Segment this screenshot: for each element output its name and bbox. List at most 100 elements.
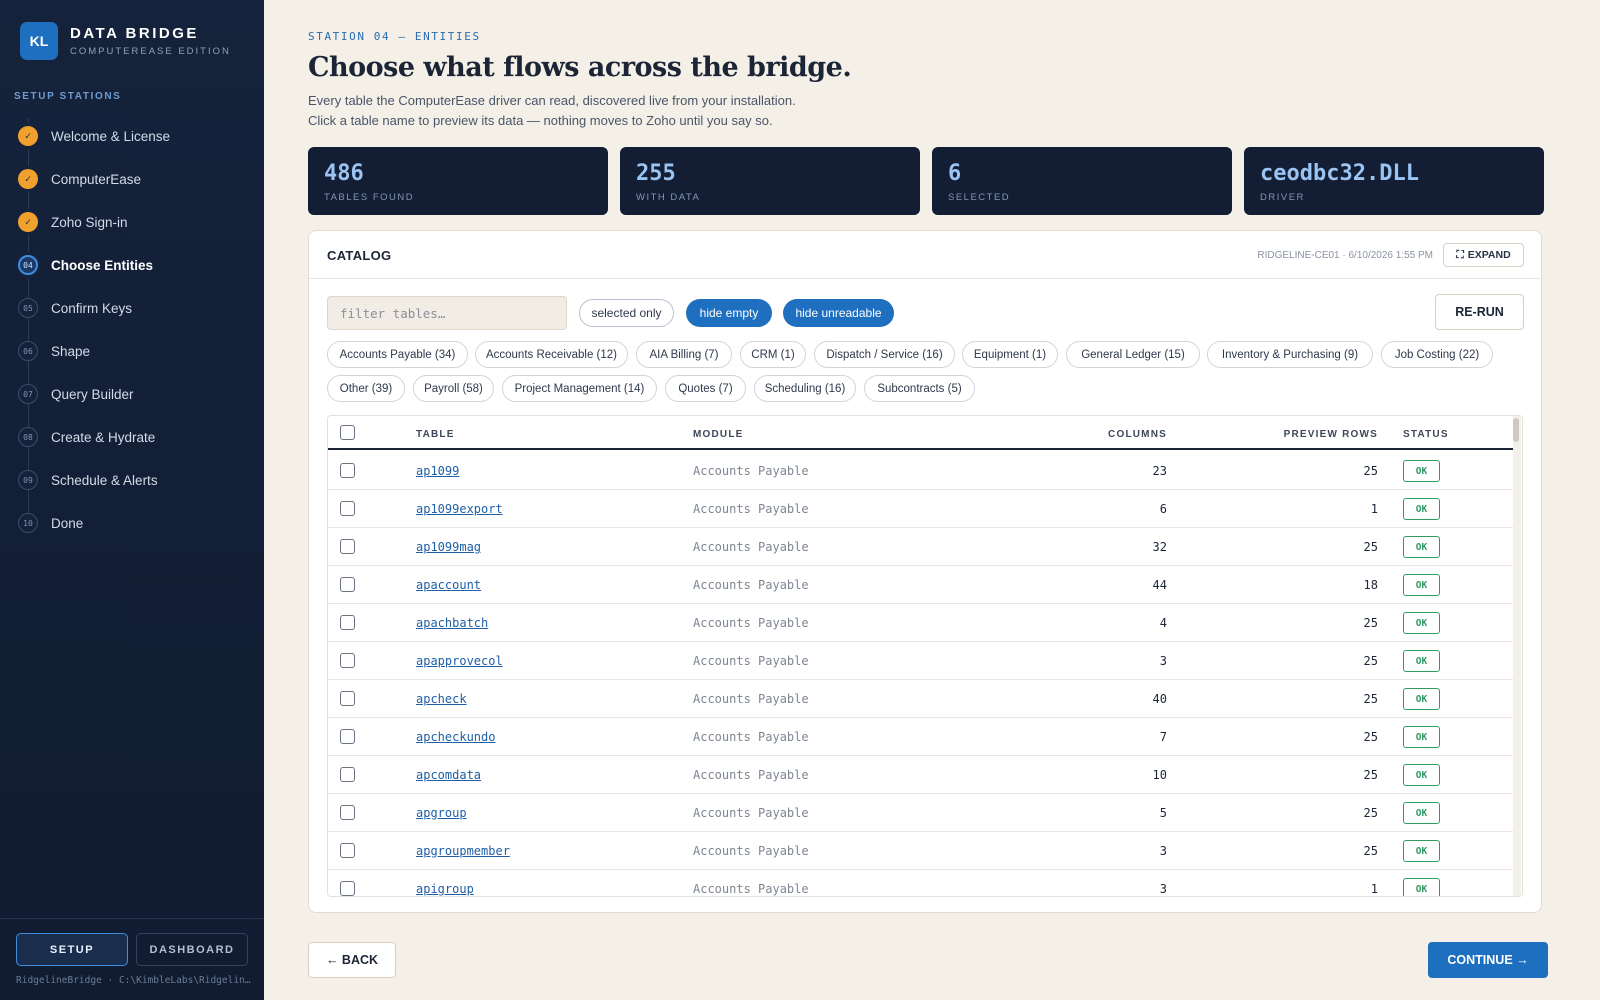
category-chip[interactable]: Job Costing (22) [1381, 341, 1493, 368]
column-header-columns[interactable]: COLUMNS [1108, 429, 1167, 440]
section-label: SETUP STATIONS [14, 91, 122, 102]
setup-mode-button[interactable]: SETUP [16, 933, 128, 966]
table-name-link[interactable]: apigroup [416, 882, 474, 896]
category-chip[interactable]: Subcontracts (5) [864, 375, 975, 402]
step-done[interactable]: 10 Done [18, 511, 83, 535]
row-checkbox[interactable] [340, 463, 355, 478]
category-chip[interactable]: AIA Billing (7) [636, 341, 732, 368]
column-header-module[interactable]: MODULE [693, 429, 744, 440]
continue-button[interactable]: CONTINUE → [1428, 942, 1548, 978]
table-row[interactable]: apgroupmember Accounts Payable 3 25 OK [328, 832, 1514, 870]
table-row[interactable]: ap1099export Accounts Payable 6 1 OK [328, 490, 1514, 528]
step-welcome-license[interactable]: ✓ Welcome & License [18, 124, 170, 148]
step-label: Create & Hydrate [51, 429, 156, 445]
step-number: 06 [18, 341, 38, 361]
subtitle-line: Every table the ComputerEase driver can … [308, 93, 796, 108]
table-row[interactable]: apachbatch Accounts Payable 4 25 OK [328, 604, 1514, 642]
table-row[interactable]: ap1099mag Accounts Payable 32 25 OK [328, 528, 1514, 566]
sidebar: KL DATA BRIDGE COMPUTEREASE EDITION SETU… [0, 0, 264, 1000]
catalog-header: CATALOG RIDGELINE-CE01 · 6/10/2026 1:55 … [309, 231, 1541, 279]
row-checkbox[interactable] [340, 539, 355, 554]
row-checkbox[interactable] [340, 767, 355, 782]
back-button[interactable]: ← BACK [308, 942, 396, 978]
row-checkbox[interactable] [340, 691, 355, 706]
row-checkbox[interactable] [340, 501, 355, 516]
row-checkbox[interactable] [340, 881, 355, 896]
table-row[interactable]: apgroup Accounts Payable 5 25 OK [328, 794, 1514, 832]
column-header-table[interactable]: TABLE [416, 429, 455, 440]
table-name-link[interactable]: ap1099 [416, 464, 459, 478]
hide-unreadable-toggle[interactable]: hide unreadable [783, 299, 894, 327]
step-label: Zoho Sign-in [51, 214, 128, 230]
rerun-button[interactable]: RE-RUN [1435, 294, 1524, 330]
row-checkbox[interactable] [340, 615, 355, 630]
table-column-count: 40 [1152, 692, 1167, 706]
table-name-link[interactable]: ap1099mag [416, 540, 481, 554]
table-row[interactable]: apcomdata Accounts Payable 10 25 OK [328, 756, 1514, 794]
category-chip[interactable]: Quotes (7) [665, 375, 746, 402]
table-row[interactable]: apaccount Accounts Payable 44 18 OK [328, 566, 1514, 604]
table-row[interactable]: apigroup Accounts Payable 3 1 OK [328, 870, 1514, 896]
row-checkbox[interactable] [340, 577, 355, 592]
table-name-link[interactable]: apcomdata [416, 768, 481, 782]
scrollbar-thumb[interactable] [1513, 418, 1519, 442]
step-label: ComputerEase [51, 171, 142, 187]
selected-only-toggle[interactable]: selected only [579, 299, 674, 327]
dashboard-mode-button[interactable]: DASHBOARD [136, 933, 248, 966]
step-shape[interactable]: 06 Shape [18, 339, 90, 363]
expand-button[interactable]: ⛶ EXPAND [1443, 243, 1524, 267]
table-name-link[interactable]: apaccount [416, 578, 481, 592]
table-name-link[interactable]: apcheckundo [416, 730, 495, 744]
table-column-count: 5 [1159, 806, 1167, 820]
status-badge: OK [1403, 688, 1440, 710]
category-chip[interactable]: Payroll (58) [413, 375, 494, 402]
table-row[interactable]: apapprovecol Accounts Payable 3 25 OK [328, 642, 1514, 680]
table-preview-rows: 25 [1363, 616, 1378, 630]
filter-tables-input[interactable] [327, 296, 567, 330]
category-chip[interactable]: Other (39) [327, 375, 405, 402]
category-chip[interactable]: Accounts Receivable (12) [475, 341, 628, 368]
category-chip[interactable]: Dispatch / Service (16) [814, 341, 955, 368]
table-column-count: 3 [1159, 882, 1167, 896]
table-row[interactable]: ap1099 Accounts Payable 23 25 OK [328, 452, 1514, 490]
row-checkbox[interactable] [340, 653, 355, 668]
check-icon: ✓ [18, 169, 38, 189]
category-chip[interactable]: Project Management (14) [502, 375, 657, 402]
row-checkbox[interactable] [340, 843, 355, 858]
table-preview-rows: 25 [1363, 654, 1378, 668]
stat-value: 255 [636, 161, 676, 186]
category-chip[interactable]: CRM (1) [740, 341, 806, 368]
step-zoho-sign-in[interactable]: ✓ Zoho Sign-in [18, 210, 128, 234]
table-name-link[interactable]: apgroup [416, 806, 467, 820]
table-name-link[interactable]: apapprovecol [416, 654, 503, 668]
table-name-link[interactable]: apachbatch [416, 616, 488, 630]
hide-empty-toggle[interactable]: hide empty [686, 299, 772, 327]
status-badge: OK [1403, 574, 1440, 596]
table-name-link[interactable]: apgroupmember [416, 844, 510, 858]
step-create-hydrate[interactable]: 08 Create & Hydrate [18, 425, 155, 449]
row-checkbox[interactable] [340, 805, 355, 820]
column-header-preview-rows[interactable]: PREVIEW ROWS [1284, 429, 1378, 440]
step-label: Schedule & Alerts [51, 472, 158, 488]
category-chip[interactable]: Equipment (1) [962, 341, 1058, 368]
category-chip[interactable]: Inventory & Purchasing (9) [1207, 341, 1373, 368]
table-row[interactable]: apcheck Accounts Payable 40 25 OK [328, 680, 1514, 718]
step-confirm-keys[interactable]: 05 Confirm Keys [18, 296, 132, 320]
step-query-builder[interactable]: 07 Query Builder [18, 382, 134, 406]
category-chip[interactable]: Accounts Payable (34) [327, 341, 468, 368]
table-name-link[interactable]: apcheck [416, 692, 467, 706]
category-chip[interactable]: General Ledger (15) [1066, 341, 1200, 368]
row-checkbox[interactable] [340, 729, 355, 744]
category-chip[interactable]: Scheduling (16) [754, 375, 856, 402]
step-choose-entities[interactable]: 04 Choose Entities [18, 253, 153, 277]
step-schedule-alerts[interactable]: 09 Schedule & Alerts [18, 468, 158, 492]
column-header-status[interactable]: STATUS [1403, 429, 1449, 440]
sidebar-footer-divider [0, 918, 264, 933]
table-scrollbar[interactable] [1513, 416, 1521, 896]
select-all-checkbox[interactable] [340, 425, 355, 440]
table-name-link[interactable]: ap1099export [416, 502, 503, 516]
stat-label: SELECTED [948, 192, 1011, 203]
step-computerease[interactable]: ✓ ComputerEase [18, 167, 141, 191]
table-row[interactable]: apcheckundo Accounts Payable 7 25 OK [328, 718, 1514, 756]
stat-tables-found: 486 TABLES FOUND [308, 147, 608, 215]
